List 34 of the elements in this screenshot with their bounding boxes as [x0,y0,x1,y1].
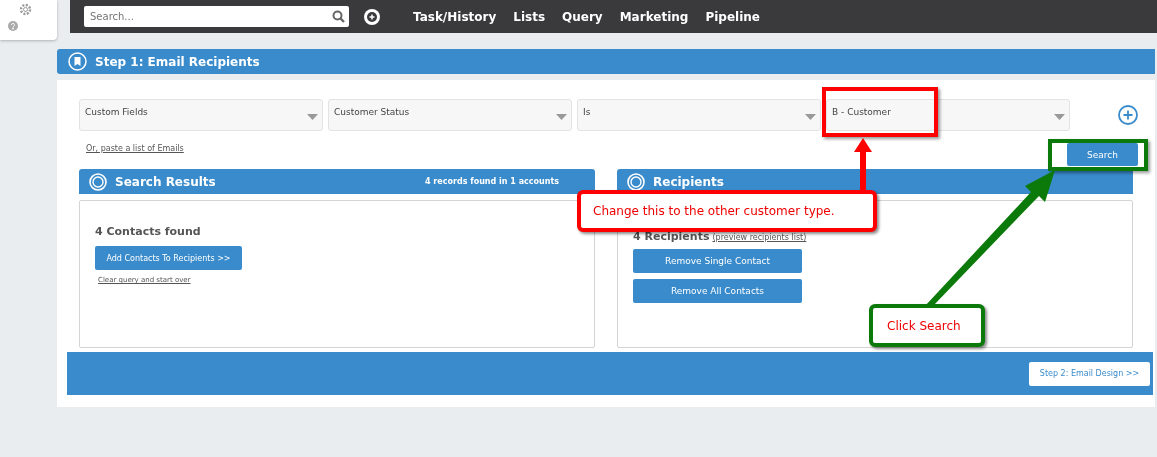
remove-button[interactable]: Remove All Contacts [633,279,802,303]
bookmark-icon [68,52,87,71]
arrow [852,138,874,192]
dropdown[interactable]: Is [577,99,821,131]
panel-title: Recipients [653,174,725,189]
nav-link[interactable]: Lists [513,9,546,24]
dropdown[interactable]: B - Customer [826,99,1070,131]
nav-link[interactable]: Pipeline [705,9,760,24]
paste-emails-link[interactable]: Or, paste a list of Emails [86,144,184,153]
callout: Click Search [869,304,985,347]
search-field[interactable]: Search... [84,6,349,27]
preview-link[interactable]: (preview recipients list) [712,233,807,242]
gear-icon[interactable] [19,3,32,16]
recipients-count: 4 Recipients [633,230,710,243]
caret-icon [556,114,567,120]
next-step-button[interactable]: Step 2: Email Design >> [1029,361,1150,386]
contacts-found: 4 Contacts found [95,225,201,238]
dropdown[interactable]: Customer Status [328,99,572,131]
step-title: Step 1: Email Recipients [95,54,260,69]
records-summary: 4 records found in 1 accounts [425,177,559,186]
help-icon[interactable] [8,21,18,31]
add-contacts-button[interactable]: Add Contacts To Recipients >> [95,246,242,270]
nav-link[interactable]: Query [562,9,603,24]
callout: Change this to the other customer type. [577,190,877,232]
add-icon[interactable] [363,7,381,26]
panel-title: Search Results [115,174,217,189]
nav-link[interactable]: Task/History [413,9,497,24]
caret-icon [805,114,816,120]
nav-link[interactable]: Marketing [619,9,689,24]
remove-button[interactable]: Remove Single Contact [633,249,802,273]
dropdown[interactable]: Custom Fields [79,99,323,131]
caret-icon [307,114,318,120]
search-button[interactable]: Search [1067,143,1138,166]
caret-icon [1054,114,1065,120]
